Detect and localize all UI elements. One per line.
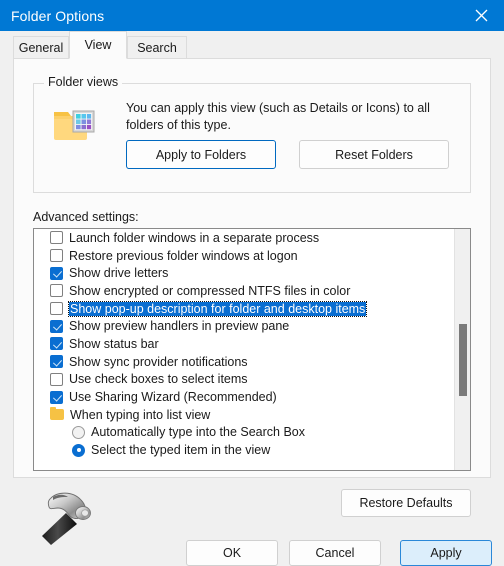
list-item-label: Restore previous folder windows at logon [69,248,298,263]
close-button[interactable] [458,0,504,31]
ok-label: OK [222,546,242,560]
radio-unselected-icon[interactable] [72,425,85,439]
tab-general[interactable]: General [13,36,69,58]
tab-view[interactable]: View [69,31,127,59]
list-item[interactable]: Use check boxes to select items [34,371,454,389]
advanced-settings-list: Launch folder windows in a separate proc… [34,229,454,470]
restore-defaults-label: Restore Defaults [359,496,453,510]
list-item[interactable]: Select the typed item in the view [34,441,454,459]
list-item[interactable]: Show preview handlers in preview pane [34,317,454,335]
list-item-label: Show sync provider notifications [69,354,248,369]
checkbox-checked-icon[interactable] [50,390,63,404]
apply-button[interactable]: Apply [400,540,492,566]
cancel-button[interactable]: Cancel [289,540,381,566]
list-item-label: Use Sharing Wizard (Recommended) [69,390,277,405]
advanced-settings-label: Advanced settings: [33,210,139,224]
tab-general-label: General [18,40,64,55]
tab-view-label: View [84,38,112,52]
title-bar: Folder Options [0,0,504,31]
list-item-label: Use check boxes to select items [69,372,248,387]
folder-views-description: You can apply this view (such as Details… [126,101,430,132]
list-item-label: Show preview handlers in preview pane [69,319,290,334]
checkbox-unchecked-icon[interactable] [50,284,63,298]
checkbox-unchecked-icon[interactable] [50,372,63,386]
folder-view-icon [51,105,97,145]
folder-icon [50,406,64,421]
list-item-label: Launch folder windows in a separate proc… [69,230,320,245]
list-item[interactable]: Show status bar [34,335,454,353]
checkbox-checked-icon[interactable] [50,266,63,280]
restore-defaults-button[interactable]: Restore Defaults [341,489,471,517]
folder-views-legend: Folder views [44,75,123,89]
list-item[interactable]: Launch folder windows in a separate proc… [34,229,454,247]
cancel-label: Cancel [315,546,355,560]
list-item[interactable]: Show sync provider notifications [34,353,454,371]
list-item-label: Automatically type into the Search Box [91,425,306,440]
list-item-label: When typing into list view [70,407,211,422]
tab-search-label: Search [137,40,177,55]
list-item[interactable]: Automatically type into the Search Box [34,424,454,442]
list-item-label: Select the typed item in the view [91,443,271,458]
close-icon [475,9,488,22]
checkbox-unchecked-icon[interactable] [50,302,63,316]
reset-folders-button[interactable]: Reset Folders [299,140,449,169]
apply-to-folders-label: Apply to Folders [155,147,247,162]
list-item[interactable]: Show pop-up description for folder and d… [34,300,454,318]
tab-strip: General View Search [0,31,504,59]
list-scrollbar[interactable] [454,229,470,470]
radio-selected-icon[interactable] [72,443,85,457]
list-scrollbar-thumb[interactable] [459,324,467,396]
list-item[interactable]: When typing into list view [34,406,454,424]
window-title: Folder Options [11,7,105,24]
list-item[interactable]: Restore previous folder windows at logon [34,247,454,265]
list-item-label: Show drive letters [69,266,169,281]
hammer-cursor-icon [30,483,100,549]
checkbox-checked-icon[interactable] [50,355,63,369]
apply-to-folders-button[interactable]: Apply to Folders [126,140,276,169]
reset-folders-label: Reset Folders [335,147,413,162]
list-item-label: Show pop-up description for folder and d… [67,300,368,317]
list-item-label: Show encrypted or compressed NTFS files … [69,283,351,298]
checkbox-unchecked-icon[interactable] [50,249,63,263]
advanced-settings-listbox[interactable]: Launch folder windows in a separate proc… [33,228,471,471]
list-item[interactable]: Use Sharing Wizard (Recommended) [34,388,454,406]
list-item[interactable]: Show encrypted or compressed NTFS files … [34,282,454,300]
ok-button[interactable]: OK [186,540,278,566]
list-item-label: Show status bar [69,336,159,351]
tab-search[interactable]: Search [127,36,187,58]
checkbox-checked-icon[interactable] [50,319,63,333]
list-item[interactable]: Show drive letters [34,264,454,282]
checkbox-unchecked-icon[interactable] [50,231,63,245]
apply-label: Apply [430,546,462,560]
checkbox-checked-icon[interactable] [50,337,63,351]
